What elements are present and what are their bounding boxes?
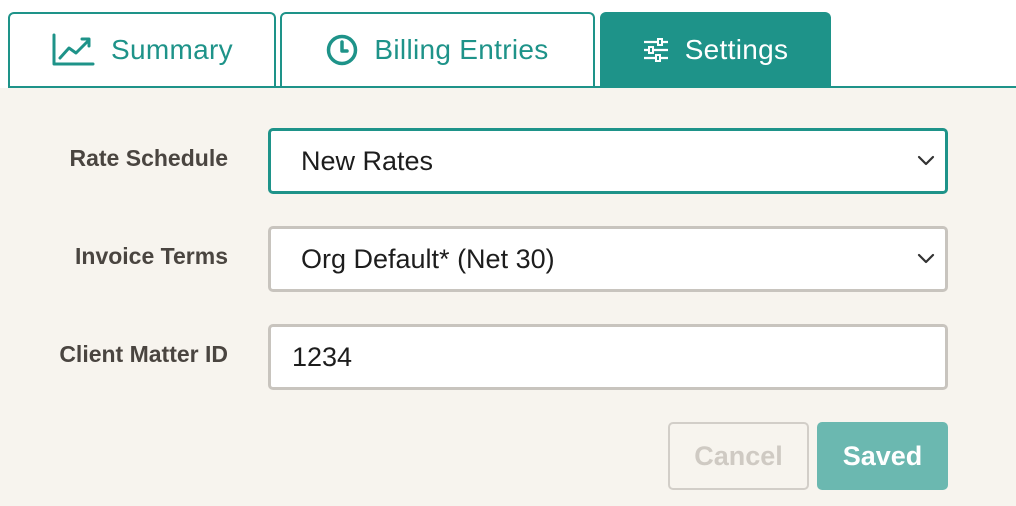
chevron-down-icon [917,155,935,167]
tab-billing-entries[interactable]: Billing Entries [280,12,595,86]
cancel-button[interactable]: Cancel [668,422,809,490]
tab-settings-label: Settings [684,34,789,65]
invoice-terms-label: Invoice Terms [75,243,228,269]
tab-summary-label: Summary [111,34,233,65]
rate-schedule-select[interactable]: New Rates [268,128,948,194]
rate-schedule-label: Rate Schedule [69,145,229,171]
saved-button[interactable]: Saved [817,422,948,490]
client-matter-id-label: Client Matter ID [59,341,228,367]
client-matter-id-input[interactable] [268,324,948,390]
invoice-terms-value: Org Default* (Net 30) [301,243,555,274]
tab-summary[interactable]: Summary [8,12,276,86]
tab-bar: Summary Billing Entries Settings [0,0,1016,88]
tab-billing-entries-label: Billing Entries [374,34,549,65]
trend-chart-icon [51,33,95,67]
clock-icon [326,34,358,66]
rate-schedule-value: New Rates [301,145,434,176]
tab-settings[interactable]: Settings [600,12,831,86]
chevron-down-icon [917,253,935,265]
invoice-terms-select[interactable]: Org Default* (Net 30) [268,226,948,292]
sliders-icon [643,38,669,62]
